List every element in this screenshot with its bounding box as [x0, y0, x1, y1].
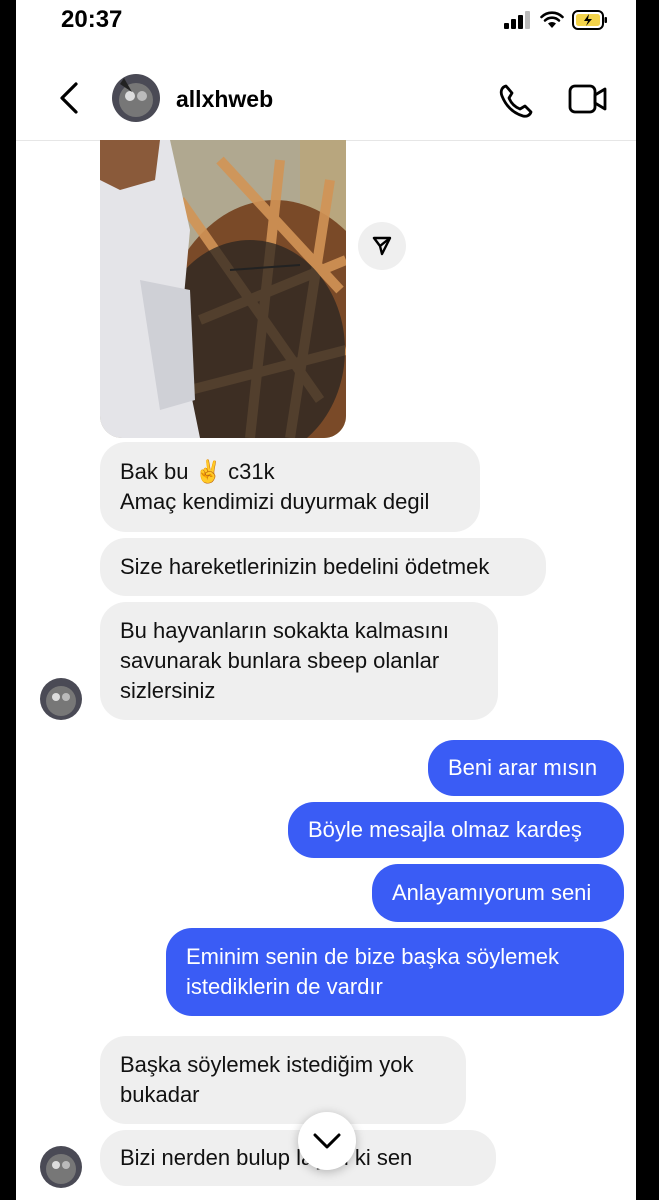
- avatar[interactable]: [40, 1146, 82, 1188]
- avatar[interactable]: [112, 74, 160, 122]
- incoming-message[interactable]: Size hareketlerinizin bedelini ödetmek: [100, 538, 546, 596]
- message-text: Böyle mesajla olmaz kardeş: [308, 817, 582, 842]
- shared-video-thumbnail[interactable]: [100, 140, 346, 438]
- message-text: Bak bu ✌️ c31k: [120, 459, 275, 484]
- message-text: Eminim senin de bize başka söylemek: [186, 944, 559, 969]
- message-text: savunarak bunlara sbeep olanlar: [120, 648, 440, 673]
- outgoing-message[interactable]: Eminim senin de bize başka söylemek iste…: [166, 928, 624, 1016]
- wifi-icon: [540, 11, 564, 28]
- incoming-message[interactable]: Başka söylemek istediğim yok bukadar: [100, 1036, 466, 1124]
- outgoing-message[interactable]: Beni arar mısın: [428, 740, 624, 796]
- message-text: Beni arar mısın: [448, 755, 598, 780]
- avatar[interactable]: [40, 678, 82, 720]
- chevron-down-icon: [313, 1133, 341, 1149]
- chat-screen: 20:37 allxhweb Bak bu ✌️ c31k Amaç kendi…: [16, 0, 636, 1200]
- message-text: Anlayamıyorum seni: [392, 880, 592, 905]
- status-time: 20:37: [61, 6, 123, 33]
- status-icons: [504, 10, 608, 30]
- outgoing-message[interactable]: Böyle mesajla olmaz kardeş: [288, 802, 624, 858]
- scroll-to-bottom-button[interactable]: [298, 1112, 356, 1170]
- incoming-message[interactable]: Bu hayvanların sokakta kalmasını savunar…: [100, 602, 498, 720]
- message-text: istediklerin de vardır: [186, 974, 383, 999]
- message-text: Başka söylemek istediğim yok: [120, 1052, 414, 1077]
- outgoing-message[interactable]: Anlayamıyorum seni: [372, 864, 624, 922]
- share-button[interactable]: [358, 222, 406, 270]
- message-text: Amaç kendimizi duyurmak degil: [120, 489, 430, 514]
- message-text: Bu hayvanların sokakta kalmasını: [120, 618, 449, 643]
- chevron-left-icon[interactable]: [54, 80, 82, 116]
- video-camera-icon[interactable]: [568, 83, 608, 115]
- chat-username[interactable]: allxhweb: [176, 86, 273, 113]
- phone-icon[interactable]: [496, 81, 536, 121]
- send-icon: [372, 236, 392, 256]
- message-text: bukadar: [120, 1082, 200, 1107]
- message-text: Size hareketlerinizin bedelini ödetmek: [120, 554, 490, 579]
- message-text: sizlersiniz: [120, 678, 216, 703]
- chat-header: allxhweb: [16, 70, 636, 141]
- signal-icon: [504, 11, 530, 29]
- incoming-message[interactable]: Bak bu ✌️ c31k Amaç kendimizi duyurmak d…: [100, 442, 480, 532]
- battery-icon: [572, 10, 607, 30]
